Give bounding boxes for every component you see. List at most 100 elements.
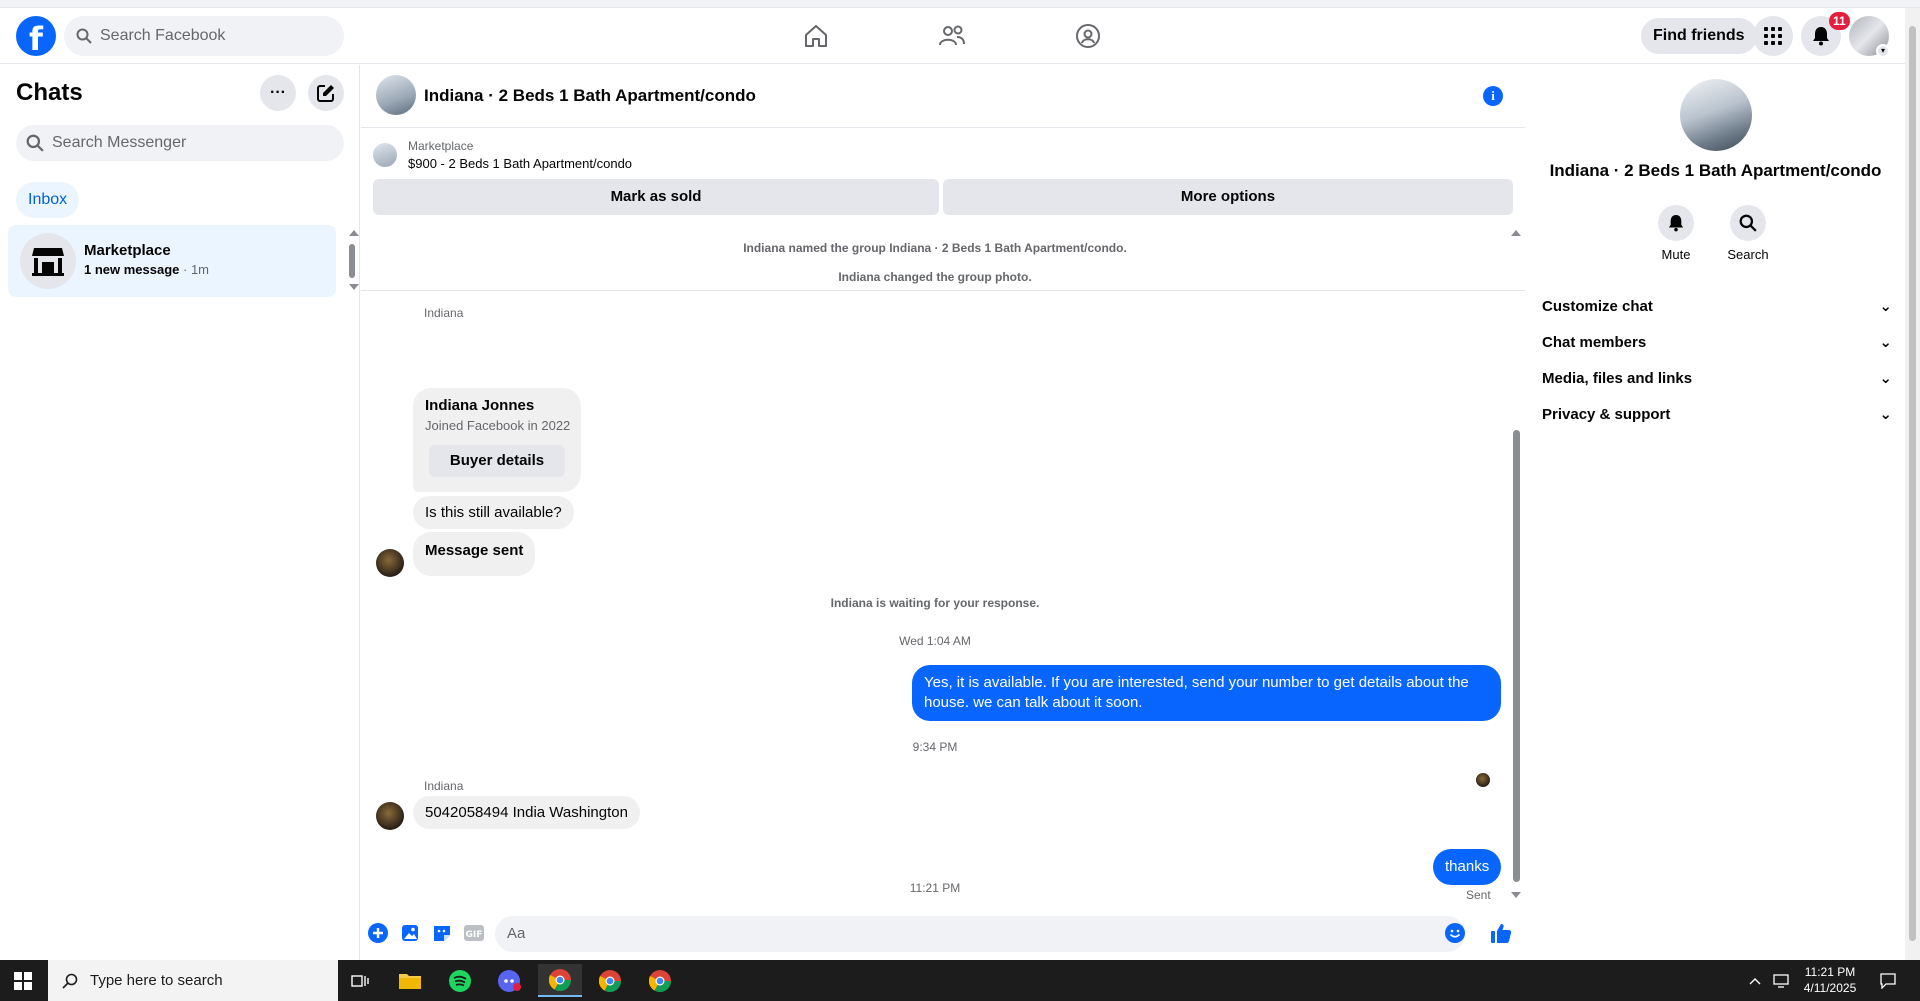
timestamp: 11:21 PM	[909, 881, 961, 895]
menu-grid-button[interactable]	[1753, 16, 1793, 56]
tab-inbox[interactable]: Inbox	[16, 182, 80, 218]
buyer-details-button[interactable]: Buyer details	[429, 445, 565, 477]
spotify-icon[interactable]	[438, 964, 482, 997]
panel-title: Indiana · 2 Beds 1 Bath Apartment/condo	[1549, 161, 1882, 180]
chat-info-panel: Indiana · 2 Beds 1 Bath Apartment/condo …	[1526, 65, 1905, 960]
privacy-support-section[interactable]: Privacy & support ⌄	[1542, 392, 1892, 436]
bell-icon	[1658, 205, 1694, 241]
conversation-title[interactable]: Indiana · 2 Beds 1 Bath Apartment/condo	[424, 86, 756, 106]
page-scrollbar[interactable]	[1905, 8, 1920, 960]
group-photo[interactable]	[1680, 79, 1752, 151]
notification-badge: 11	[1829, 12, 1850, 30]
conversation-scrollbar-thumb[interactable]	[1513, 430, 1520, 882]
file-explorer-icon[interactable]	[388, 964, 432, 997]
system-message: Indiana is waiting for your response.	[830, 596, 1040, 610]
plus-icon[interactable]	[367, 922, 389, 944]
compose-icon	[317, 85, 334, 102]
read-receipt-avatar	[1476, 773, 1490, 787]
messenger-search-placeholder: Search Messenger	[52, 134, 187, 151]
chevron-down-icon[interactable]: ▾	[1876, 44, 1890, 58]
sidebar-scrollbar[interactable]	[347, 230, 359, 290]
section-label: Customize chat	[1542, 297, 1653, 315]
buyer-joined: Joined Facebook in 2022	[425, 418, 571, 433]
sticker-icon[interactable]	[431, 922, 453, 944]
section-label: Media, files and links	[1542, 369, 1693, 387]
mark-as-sold-button[interactable]: Mark as sold	[373, 179, 939, 215]
page-scrollbar-thumb[interactable]	[1909, 26, 1916, 941]
task-view-icon[interactable]	[338, 964, 382, 997]
windows-start-button[interactable]	[0, 960, 46, 1001]
search-in-chat-button[interactable]: Search	[1718, 205, 1778, 262]
groups-icon[interactable]	[1072, 20, 1104, 52]
more-dots-icon: ···	[270, 84, 286, 101]
conversation-scrollbar[interactable]	[1509, 230, 1523, 898]
chats-sidebar: Chats ··· Search Messenger Inbox Marketp…	[0, 65, 360, 960]
taskbar-clock[interactable]: 11:21 PM 4/11/2025	[1794, 964, 1866, 996]
scroll-down-arrow-icon[interactable]	[1511, 892, 1521, 898]
photo-icon[interactable]	[399, 922, 421, 944]
message-input[interactable]: Aa	[495, 916, 1465, 952]
incoming-message[interactable]: 5042058494 India Washington	[413, 796, 640, 829]
sender-name: Indiana	[424, 306, 464, 320]
scroll-up-arrow-icon[interactable]	[1511, 230, 1521, 236]
notification-center-icon[interactable]	[1870, 964, 1906, 997]
find-friends-button[interactable]: Find friends	[1641, 18, 1757, 54]
svg-text:GIF: GIF	[466, 930, 483, 940]
incoming-message[interactable]: Message sent	[413, 532, 536, 576]
messenger-search-input[interactable]: Search Messenger	[16, 125, 344, 161]
clock-date: 4/11/2025	[1803, 981, 1857, 995]
windows-logo-icon	[14, 971, 32, 990]
facebook-logo-icon[interactable]: f	[16, 16, 56, 56]
scroll-down-arrow-icon[interactable]	[349, 284, 359, 290]
buyer-card: Indiana Jonnes Joined Facebook in 2022 B…	[413, 388, 581, 492]
info-icon[interactable]: i	[1483, 86, 1503, 106]
scroll-up-arrow-icon[interactable]	[349, 230, 359, 236]
timestamp: 9:34 PM	[912, 740, 958, 754]
home-icon[interactable]	[800, 20, 832, 52]
incoming-message[interactable]: Is this still available?	[413, 496, 574, 529]
sent-status: Sent	[1466, 888, 1491, 902]
facebook-search-placeholder: Search Facebook	[100, 27, 226, 44]
listing-thumbnail[interactable]	[373, 143, 397, 167]
timestamp: Wed 1:04 AM	[899, 634, 971, 648]
outgoing-message[interactable]: Yes, it is available. If you are interes…	[912, 665, 1501, 721]
storefront-icon	[32, 248, 64, 276]
marketplace-label: Marketplace	[408, 139, 474, 153]
emoji-icon[interactable]	[1444, 922, 1466, 944]
sidebar-scrollbar-thumb[interactable]	[349, 244, 355, 278]
new-message-button[interactable]	[308, 75, 344, 111]
clock-time: 11:21 PM	[1804, 965, 1856, 979]
chrome-icon[interactable]	[538, 964, 582, 997]
network-icon[interactable]	[1767, 964, 1795, 997]
section-label: Privacy & support	[1542, 405, 1671, 423]
facebook-header: f Search Facebook Find friends 11 ▾	[0, 8, 1905, 64]
sender-avatar[interactable]	[376, 549, 404, 577]
more-options-button[interactable]: More options	[943, 179, 1513, 215]
chat-preview: 1 new message · 1m	[84, 262, 209, 277]
discord-icon[interactable]	[488, 964, 532, 997]
group-avatar[interactable]	[376, 75, 416, 115]
chevron-up-icon[interactable]	[1743, 964, 1767, 997]
outgoing-message[interactable]: thanks	[1433, 849, 1502, 885]
grid-icon	[1764, 27, 1782, 45]
listing-title[interactable]: $900 - 2 Beds 1 Bath Apartment/condo	[408, 156, 632, 171]
facebook-search-input[interactable]: Search Facebook	[64, 16, 344, 56]
chat-options-button[interactable]: ···	[260, 75, 296, 111]
sender-avatar[interactable]	[376, 802, 404, 830]
chrome-profile-icon[interactable]	[588, 964, 632, 997]
conversation-pane: Indiana · 2 Beds 1 Bath Apartment/condo …	[361, 65, 1525, 960]
friends-icon[interactable]	[936, 20, 968, 52]
sender-name: Indiana	[424, 779, 464, 793]
chevron-down-icon: ⌄	[1879, 298, 1892, 315]
chrome-profile-icon[interactable]	[638, 964, 682, 997]
thumbs-up-icon[interactable]	[1490, 922, 1512, 944]
gif-icon[interactable]: GIF	[463, 922, 485, 944]
taskbar-search-placeholder: Type here to search	[90, 972, 223, 989]
chat-list-item[interactable]: Marketplace 1 new message · 1m	[8, 225, 336, 297]
mute-label: Mute	[1661, 247, 1691, 262]
taskbar-search-input[interactable]: Type here to search	[48, 960, 338, 1001]
chat-preview-text: 1 new message	[84, 262, 180, 277]
main-nav	[800, 20, 1104, 52]
search-label: Search	[1727, 247, 1769, 262]
mute-button[interactable]: Mute	[1646, 205, 1706, 262]
